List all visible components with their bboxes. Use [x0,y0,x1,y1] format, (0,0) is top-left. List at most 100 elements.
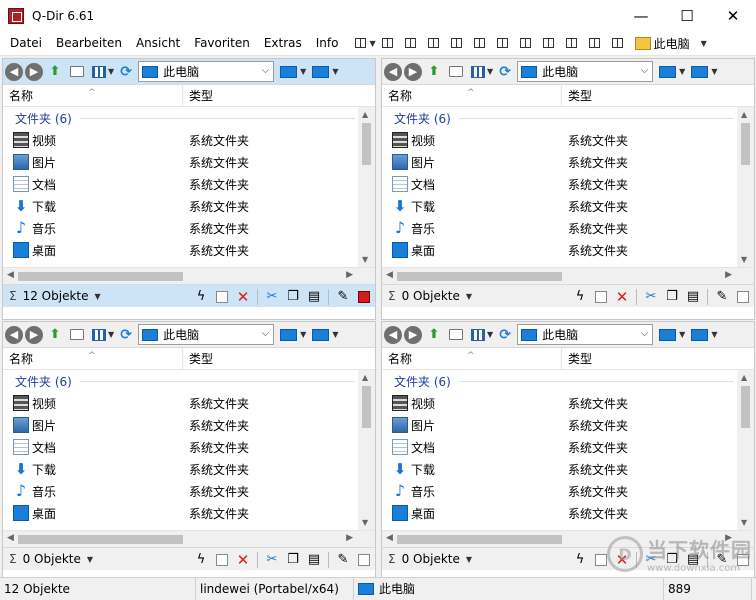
object-count-dropdown[interactable]: 12 Objekte ▼ [23,289,163,303]
scroll-thumb[interactable] [741,386,750,428]
scroll-thumb[interactable] [18,272,183,281]
cut-icon[interactable]: ✂ [263,551,281,569]
scroll-right-icon[interactable]: ▶ [346,533,353,543]
table-row[interactable]: 桌面 系统文件夹 [3,239,375,261]
scroll-down-icon[interactable]: ▼ [362,518,368,527]
address-bar[interactable]: 此电脑 ⌵ [138,324,275,345]
copy-icon[interactable]: ❐ [284,551,302,569]
layout-icon[interactable] [606,33,629,53]
folder-icon[interactable] [446,63,466,81]
stop-icon[interactable] [734,288,752,306]
scroll-thumb[interactable] [362,386,371,428]
layout-icon[interactable] [376,33,399,53]
folder-icon[interactable] [67,63,87,81]
paste-icon[interactable]: ▤ [305,551,323,569]
desktop-view-button[interactable]: ▼ [659,328,685,341]
computer-view-button[interactable]: ▼ [312,65,338,78]
table-row[interactable]: ♪ 音乐 系统文件夹 [3,480,375,502]
chevron-down-icon[interactable]: ▼ [487,330,493,339]
layout-icon[interactable] [491,33,514,53]
lightning-icon[interactable]: ϟ [192,551,210,569]
edit-icon[interactable]: ✎ [713,288,731,306]
scroll-left-icon[interactable]: ◀ [7,270,14,280]
paste-icon[interactable]: ▤ [684,288,702,306]
column-type[interactable]: 类型 [562,348,592,369]
address-bar[interactable]: 此电脑 ⌵ [517,61,654,82]
up-icon[interactable]: ⬆ [45,326,65,344]
group-header[interactable]: 文件夹 (6) [3,107,375,129]
scroll-down-icon[interactable]: ▼ [741,255,747,264]
column-name[interactable]: ^ 名称 [3,85,183,106]
scroll-left-icon[interactable]: ◀ [7,533,14,543]
forward-icon[interactable]: ▶ [25,62,43,81]
vertical-scrollbar[interactable]: ▲ ▼ [737,370,754,530]
delete-icon[interactable]: ✕ [234,551,252,569]
refresh-icon[interactable]: ⟳ [116,326,136,344]
table-row[interactable]: ♪ 音乐 系统文件夹 [3,217,375,239]
chevron-down-icon[interactable]: ⌵ [641,328,649,339]
chevron-down-icon[interactable]: ▼ [108,67,114,76]
computer-view-button[interactable]: ▼ [691,328,717,341]
table-row[interactable]: 文档 系统文件夹 [382,436,754,458]
lightning-icon[interactable]: ϟ [571,288,589,306]
minimize-button[interactable]: — [618,0,664,31]
chevron-down-icon[interactable]: ⌵ [641,65,649,76]
lightning-icon[interactable]: ϟ [571,551,589,569]
delete-icon[interactable]: ✕ [613,288,631,306]
scroll-thumb[interactable] [18,535,183,544]
chevron-down-icon[interactable]: ▼ [701,39,707,48]
table-row[interactable]: 图片 系统文件夹 [382,151,754,173]
horizontal-scrollbar[interactable]: ◀ ▶ [3,267,375,284]
back-icon[interactable]: ◀ [5,325,23,344]
folder-icon[interactable] [67,326,87,344]
computer-view-button[interactable]: ▼ [312,328,338,341]
vertical-scrollbar[interactable]: ▲ ▼ [737,107,754,267]
menu-ansicht[interactable]: Ansicht [129,31,187,56]
paste-icon[interactable]: ▤ [305,288,323,306]
group-header[interactable]: 文件夹 (6) [382,370,754,392]
chevron-down-icon[interactable]: ⌵ [262,65,270,76]
forward-icon[interactable]: ▶ [404,62,422,81]
view-icon[interactable] [468,326,488,344]
table-row[interactable]: ♪ 音乐 系统文件夹 [382,217,754,239]
layout-icon[interactable] [445,33,468,53]
up-icon[interactable]: ⬆ [424,326,444,344]
forward-icon[interactable]: ▶ [404,325,422,344]
menu-computer-button[interactable]: 此电脑 ▼ [634,35,707,52]
scroll-up-icon[interactable]: ▲ [741,110,747,119]
chevron-down-icon[interactable]: ⌵ [262,328,270,339]
view-icon[interactable] [468,63,488,81]
folder-icon[interactable] [446,326,466,344]
view-icon[interactable] [89,326,109,344]
table-row[interactable]: ♪ 音乐 系统文件夹 [382,480,754,502]
edit-icon[interactable]: ✎ [334,288,352,306]
address-bar[interactable]: 此电脑 ⌵ [138,61,275,82]
scroll-left-icon[interactable]: ◀ [386,533,393,543]
lightning-icon[interactable]: ϟ [192,288,210,306]
table-row[interactable]: ⬇ 下载 系统文件夹 [382,458,754,480]
table-row[interactable]: ⬇ 下载 系统文件夹 [3,195,375,217]
menu-extras[interactable]: Extras [257,31,309,56]
up-icon[interactable]: ⬆ [45,63,65,81]
cut-icon[interactable]: ✂ [642,288,660,306]
refresh-icon[interactable]: ⟳ [116,63,136,81]
scroll-up-icon[interactable]: ▲ [741,373,747,382]
table-row[interactable]: 桌面 系统文件夹 [382,502,754,524]
delete-icon[interactable]: ✕ [234,288,252,306]
scroll-thumb[interactable] [741,123,750,165]
object-count-dropdown[interactable]: 0 Objekte ▼ [402,552,542,566]
email-icon[interactable] [213,551,231,569]
menu-info[interactable]: Info [309,31,346,56]
table-row[interactable]: 图片 系统文件夹 [3,414,375,436]
scroll-up-icon[interactable]: ▲ [362,373,368,382]
scroll-thumb[interactable] [397,535,562,544]
column-name[interactable]: ^ 名称 [3,348,183,369]
column-type[interactable]: 类型 [183,85,213,106]
back-icon[interactable]: ◀ [384,62,402,81]
table-row[interactable]: 视频 系统文件夹 [382,392,754,414]
email-icon[interactable] [213,288,231,306]
stop-icon[interactable] [355,288,373,306]
layout-icon[interactable] [422,33,445,53]
scroll-left-icon[interactable]: ◀ [386,270,393,280]
object-count-dropdown[interactable]: 0 Objekte ▼ [23,552,163,566]
